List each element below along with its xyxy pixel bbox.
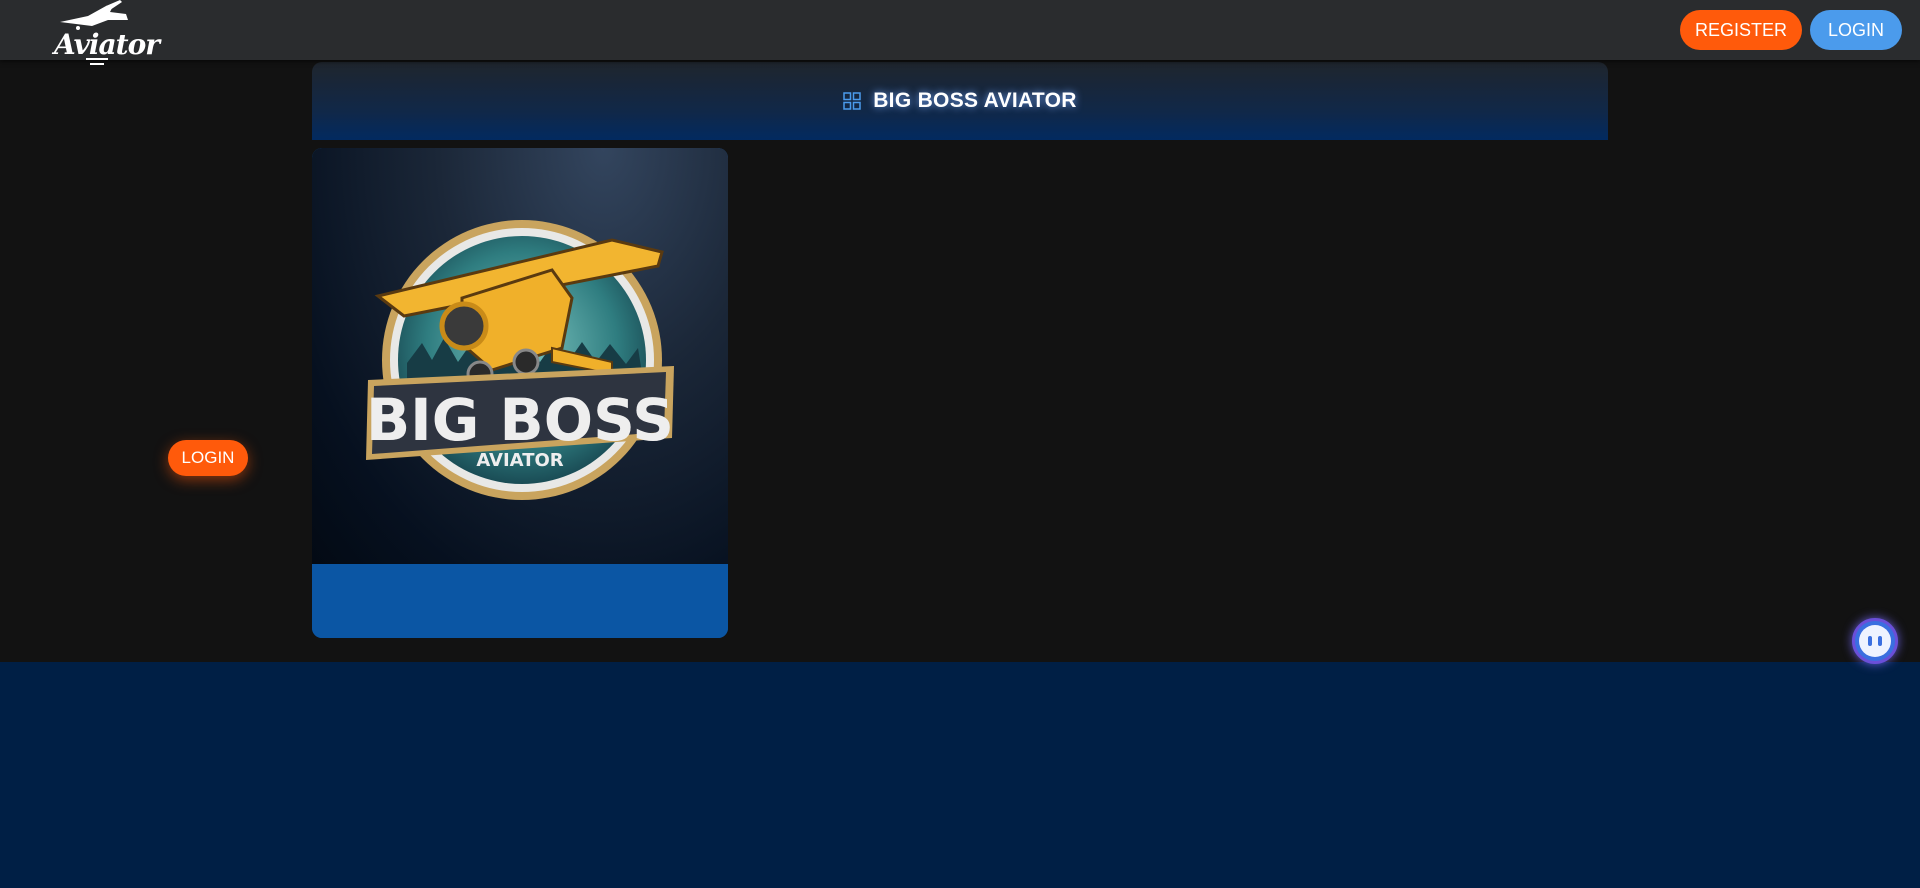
game-thumbnail[interactable]: BIG BOSS AVIATOR (312, 148, 728, 564)
register-button[interactable]: REGISTER (1680, 10, 1802, 50)
game-card-login-button[interactable]: LOGIN (168, 440, 248, 476)
section-title-banner: BIG BOSS AVIATOR (312, 62, 1608, 140)
logo-text: Aviator (54, 28, 160, 61)
chat-bot-icon (1859, 625, 1891, 657)
logo-underline-icon (86, 58, 108, 65)
top-header: Aviator REGISTER LOGIN (0, 0, 1920, 65)
game-card-big-boss-aviator[interactable]: BIG BOSS AVIATOR (312, 148, 728, 638)
section-title: BIG BOSS AVIATOR (843, 89, 1077, 113)
aviator-logo[interactable]: Aviator (48, 0, 160, 68)
game-card-footer (312, 564, 728, 638)
badge-title-line2: AVIATOR (476, 450, 563, 471)
section-title-text: BIG BOSS AVIATOR (873, 89, 1077, 112)
header-login-button[interactable]: LOGIN (1810, 10, 1902, 50)
big-boss-aviator-badge-icon: BIG BOSS AVIATOR (366, 220, 674, 500)
badge-title-line1: BIG BOSS (366, 386, 674, 454)
main-content (0, 60, 1920, 662)
grid-icon (843, 92, 861, 110)
chat-widget-button[interactable] (1852, 618, 1898, 664)
